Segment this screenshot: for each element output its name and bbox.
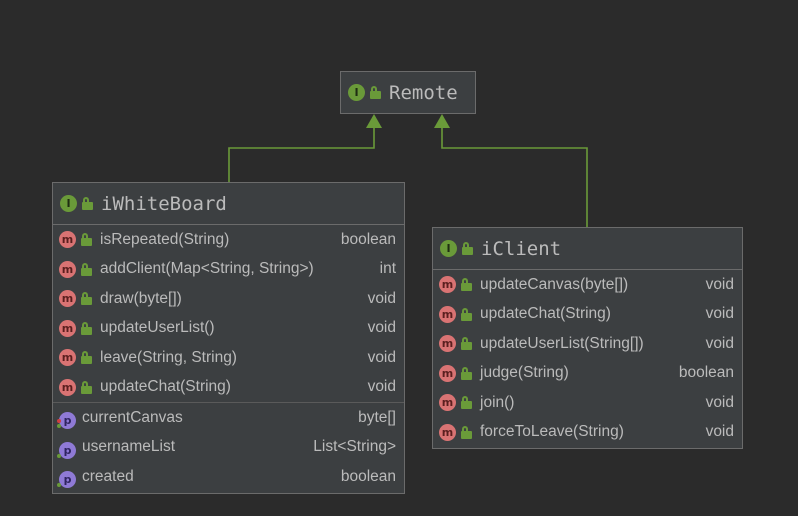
property-row[interactable]: p usernameList List<String> <box>53 433 404 463</box>
public-lock-icon <box>81 262 92 276</box>
method-icon: m <box>439 335 456 353</box>
public-lock-icon <box>461 278 472 292</box>
public-lock-icon <box>461 425 472 439</box>
public-lock-icon <box>82 197 93 210</box>
iclient-interface-node[interactable]: I iClient m updateCanvas(byte[]) void m … <box>432 227 743 449</box>
interface-icon: I <box>60 195 77 212</box>
method-return-type: void <box>367 348 396 366</box>
remote-header: I Remote <box>341 72 475 113</box>
property-row[interactable]: p created boolean <box>53 462 404 492</box>
arrowhead-iwhiteboard-remote <box>366 114 382 128</box>
remote-interface-node[interactable]: I Remote <box>340 71 476 114</box>
iwhiteboard-properties: p currentCanvas byte[] p usernameList Li… <box>53 402 404 492</box>
property-icon-wrap: p <box>57 468 76 489</box>
method-name: judge(String) <box>480 364 569 382</box>
public-lock-icon <box>81 233 92 247</box>
method-return-type: void <box>705 423 734 441</box>
property-icon-wrap: p <box>57 439 76 459</box>
method-row[interactable]: m leave(String, String) void <box>53 343 404 373</box>
property-name: created <box>82 467 134 485</box>
arrowhead-iclient-remote <box>434 114 450 128</box>
method-name: leave(String, String) <box>100 348 237 366</box>
method-icon: m <box>59 378 76 396</box>
method-row[interactable]: m updateUserList() void <box>53 314 404 344</box>
method-row[interactable]: m updateCanvas(byte[]) void <box>433 270 742 300</box>
public-lock-icon <box>461 307 472 321</box>
interface-icon: I <box>348 84 365 101</box>
method-icon: m <box>59 290 76 308</box>
method-return-type: boolean <box>678 364 734 382</box>
public-lock-icon <box>81 321 92 335</box>
method-name: updateChat(String) <box>100 378 231 396</box>
method-row[interactable]: m judge(String) boolean <box>433 359 742 389</box>
method-return-type: void <box>367 378 396 396</box>
method-row[interactable]: m draw(byte[]) void <box>53 284 404 314</box>
method-row[interactable]: m addClient(Map<String, String>) int <box>53 255 404 285</box>
method-name: updateChat(String) <box>480 305 611 323</box>
iclient-methods: m updateCanvas(byte[]) void m updateChat… <box>433 270 742 447</box>
iwhiteboard-interface-node[interactable]: I iWhiteBoard m isRepeated(String) boole… <box>52 182 405 494</box>
interface-icon: I <box>440 240 457 257</box>
method-return-type: void <box>705 393 734 411</box>
property-icon: p <box>59 412 76 430</box>
property-type: List<String> <box>313 438 396 456</box>
method-icon: m <box>439 305 456 323</box>
method-return-type: void <box>367 319 396 337</box>
edge-iwhiteboard-to-remote <box>228 126 375 182</box>
property-type: byte[] <box>358 408 396 426</box>
method-icon: m <box>59 260 76 278</box>
property-icon: p <box>59 471 76 489</box>
method-name: updateCanvas(byte[]) <box>480 275 629 293</box>
method-row[interactable]: m updateChat(String) void <box>53 373 404 403</box>
property-name: currentCanvas <box>82 408 183 426</box>
method-icon: m <box>59 349 76 367</box>
method-icon: m <box>439 394 456 412</box>
public-lock-icon <box>81 292 92 306</box>
method-row[interactable]: m forceToLeave(String) void <box>433 418 742 448</box>
property-icon: p <box>59 441 76 459</box>
property-type: boolean <box>340 467 396 485</box>
method-icon: m <box>439 423 456 441</box>
method-icon: m <box>59 319 76 337</box>
method-name: draw(byte[]) <box>100 289 182 307</box>
public-lock-icon <box>81 380 92 394</box>
public-lock-icon <box>461 366 472 380</box>
method-return-type: void <box>705 305 734 323</box>
method-return-type: void <box>705 275 734 293</box>
iwhiteboard-header: I iWhiteBoard <box>53 183 404 225</box>
method-row[interactable]: m updateChat(String) void <box>433 300 742 330</box>
iwhiteboard-title: iWhiteBoard <box>101 192 227 215</box>
property-row[interactable]: p currentCanvas byte[] <box>53 403 404 433</box>
method-icon: m <box>439 276 456 294</box>
method-name: updateUserList() <box>100 319 215 337</box>
property-name: usernameList <box>82 438 176 456</box>
public-lock-icon <box>462 242 473 255</box>
public-lock-icon <box>461 396 472 410</box>
remote-title: Remote <box>389 81 458 104</box>
method-icon: m <box>59 231 76 249</box>
method-name: forceToLeave(String) <box>480 423 624 441</box>
iwhiteboard-methods: m isRepeated(String) boolean m addClient… <box>53 225 404 402</box>
method-return-type: boolean <box>340 230 396 248</box>
iclient-title: iClient <box>481 237 562 260</box>
public-lock-icon <box>461 337 472 351</box>
method-return-type: void <box>705 334 734 352</box>
edge-iclient-to-remote <box>441 126 588 227</box>
method-row[interactable]: m updateUserList(String[]) void <box>433 329 742 359</box>
iclient-header: I iClient <box>433 228 742 270</box>
method-return-type: void <box>367 289 396 307</box>
method-icon: m <box>439 364 456 382</box>
method-row[interactable]: m join() void <box>433 388 742 418</box>
method-name: join() <box>480 393 515 411</box>
public-lock-icon <box>370 86 381 99</box>
method-name: isRepeated(String) <box>100 230 230 248</box>
property-icon-wrap: p <box>57 409 76 430</box>
method-name: updateUserList(String[]) <box>480 334 644 352</box>
method-return-type: int <box>379 260 396 278</box>
method-name: addClient(Map<String, String>) <box>100 260 314 278</box>
public-lock-icon <box>81 351 92 365</box>
method-row[interactable]: m isRepeated(String) boolean <box>53 225 404 255</box>
